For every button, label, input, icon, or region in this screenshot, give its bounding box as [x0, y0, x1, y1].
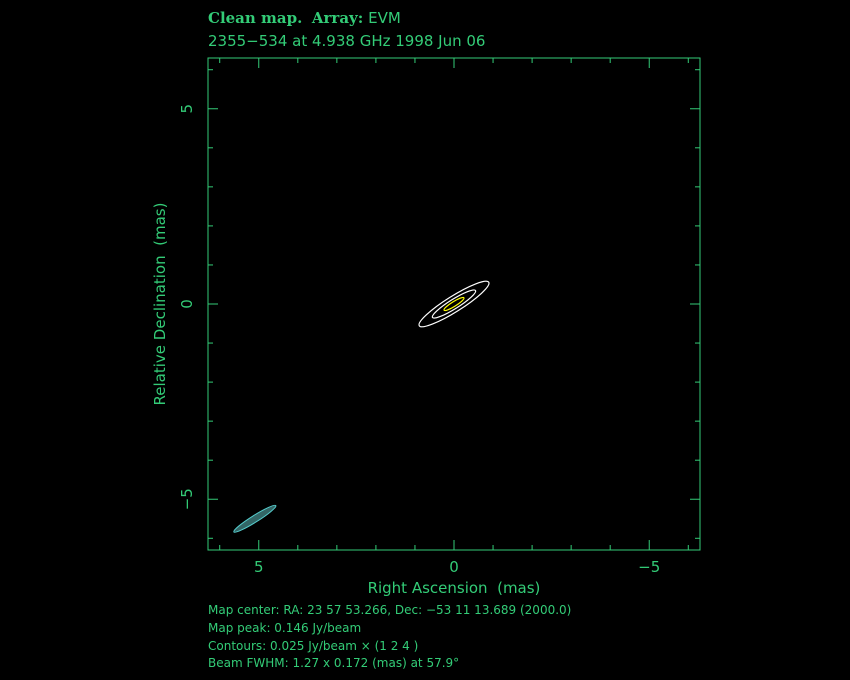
contour-plot: 5 0 −5 5 0 −5 Right Ascension (mas) Relative …: [151, 57, 701, 597]
x-tick-label: −5: [638, 558, 660, 576]
x-tick-label: 5: [254, 558, 264, 576]
map-peak-text: Map peak: 0.146 Jy/beam: [208, 621, 362, 635]
beam-ellipse: [233, 504, 277, 533]
y-tick-label: −5: [178, 488, 196, 510]
contour-group: [418, 280, 490, 328]
y-axis-label: Relative Declination (mas): [151, 203, 169, 406]
beam-text: Beam FWHM: 1.27 x 0.172 (mas) at 57.9°: [208, 656, 460, 670]
x-axis-label: Right Ascension (mas): [368, 579, 541, 597]
y-tick-label: 5: [178, 104, 196, 114]
beam-ellipse-group: [233, 504, 277, 533]
contour-level-1: [418, 280, 490, 328]
x-tick-label: 0: [449, 558, 459, 576]
axis-ticks: [208, 58, 700, 550]
y-tick-label: 0: [178, 299, 196, 309]
map-center-text: Map center: RA: 23 57 53.266, Dec: −53 1…: [208, 603, 572, 617]
plot-frame: [207, 57, 701, 551]
axis-tick-labels: 5 0 −5 5 0 −5: [178, 104, 660, 576]
contour-level-2: [431, 289, 477, 319]
contours-text: Contours: 0.025 Jy/beam × (1 2 4 ): [208, 639, 419, 653]
